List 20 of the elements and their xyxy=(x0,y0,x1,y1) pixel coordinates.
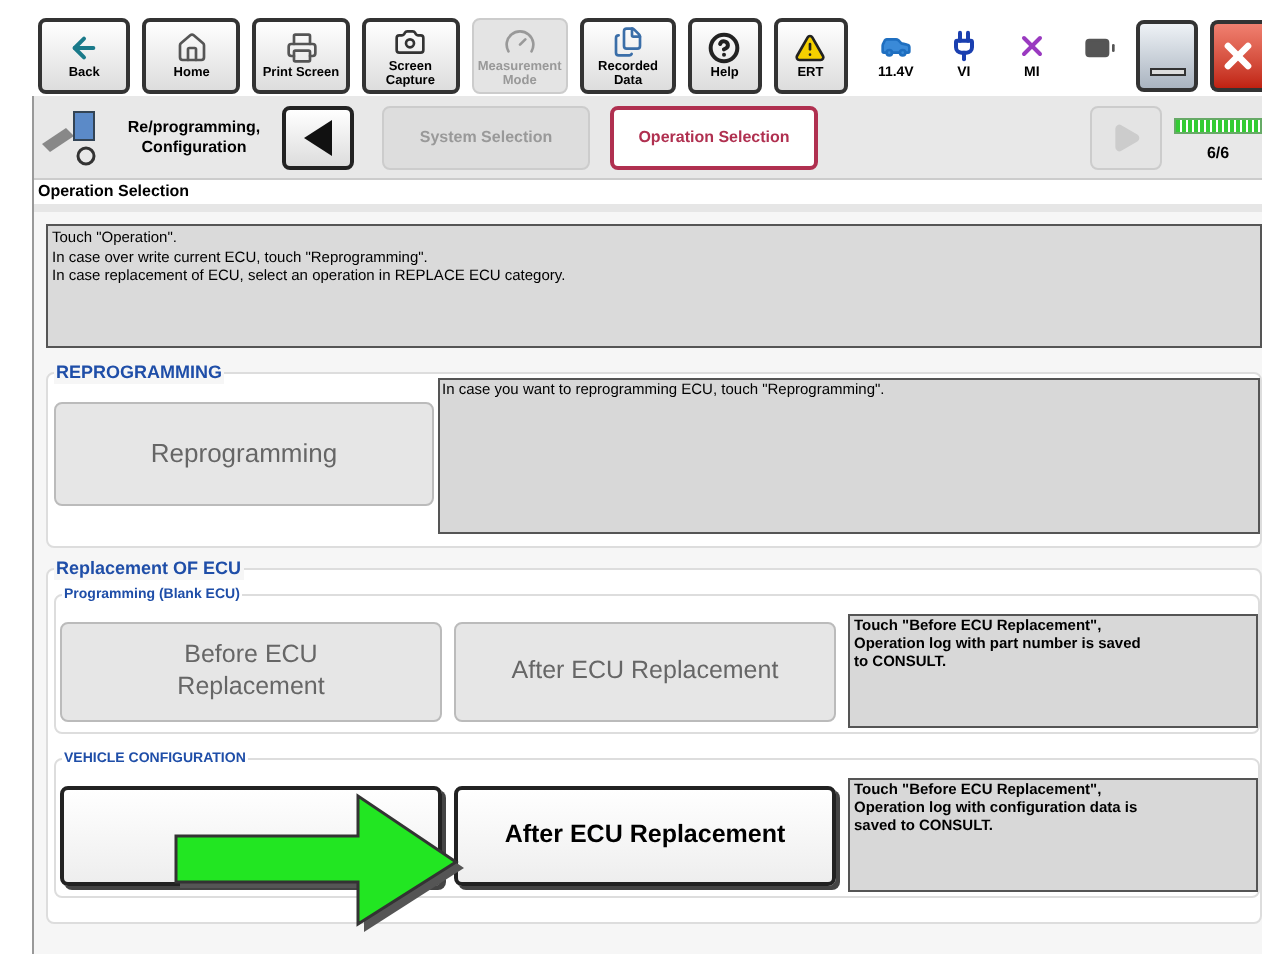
page-title: Operation Selection xyxy=(38,180,190,204)
section-title: Replacement OF ECU xyxy=(54,558,244,580)
function-title: Re/programming, Configuration xyxy=(125,117,263,157)
folders-icon xyxy=(612,25,645,57)
breadcrumb-step[interactable]: Operation Selection xyxy=(610,105,818,169)
play-icon xyxy=(1110,121,1142,153)
help-icon xyxy=(708,32,741,64)
printer-icon xyxy=(285,32,317,64)
warning-icon xyxy=(794,32,827,64)
minimize-button[interactable] xyxy=(1135,20,1199,92)
back-icon xyxy=(68,32,101,64)
section-title: REPROGRAMMING xyxy=(54,362,224,384)
close-button[interactable] xyxy=(1210,20,1262,92)
operation-button[interactable]: After ECU Replacement xyxy=(454,786,836,886)
progress-label: 6/6 xyxy=(1206,145,1230,161)
left-triangle-icon xyxy=(304,119,332,155)
previous-button[interactable] xyxy=(282,105,354,169)
camera-icon xyxy=(394,25,427,57)
gauge-icon xyxy=(503,25,536,57)
home-icon xyxy=(175,32,208,64)
